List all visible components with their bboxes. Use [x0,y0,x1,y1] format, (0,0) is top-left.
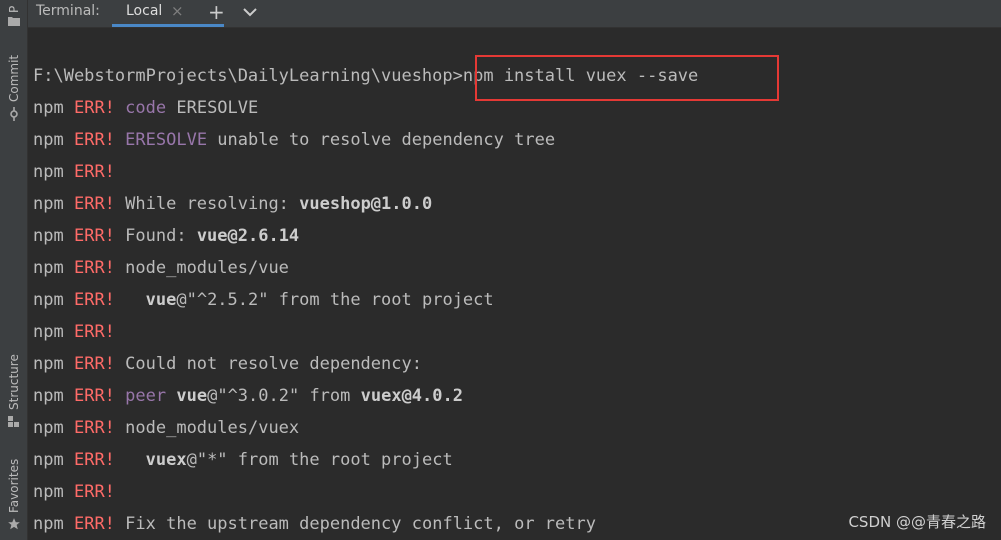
tab-local-label: Local [126,3,163,19]
terminal-title: Terminal: [36,3,100,19]
line-text [115,450,146,470]
prompt-path: F:\WebstormProjects\DailyLearning\vuesho… [33,66,463,86]
terminal-line: npm ERR! Found: vue@2.6.14 [33,220,993,252]
err-tag: ERR! [73,162,115,182]
err-tag: ERR! [73,194,115,214]
keyword: code [125,98,167,118]
terminal-tab-bar: Terminal: Local × + [28,0,1001,28]
tail-text: @"*" from the root project [186,450,453,470]
project-tool-button[interactable]: P [0,0,27,30]
line-text: While resolving: [114,194,300,214]
commit-tool-button[interactable]: Commit [0,48,27,123]
bold-text: vueshop@1.0.0 [299,194,433,214]
bold-text: vue [145,290,177,310]
keyword: peer [125,386,167,406]
structure-tool-label: Structure [7,354,21,410]
err-tag: ERR! [73,386,115,406]
err-tag: ERR! [73,322,115,342]
npm-prefix: npm [33,354,64,374]
terminal-line: npm ERR! ERESOLVE unable to resolve depe… [33,124,993,156]
err-tag: ERR! [73,258,115,278]
bold-text: vuex [145,450,187,470]
watermark: CSDN @@青春之路 [848,513,986,531]
line-text: node_modules/vuex [114,418,300,438]
npm-prefix: npm [33,98,64,118]
terminal-line: npm ERR! code ERESOLVE [33,92,993,124]
line-text [166,386,176,406]
npm-prefix: npm [33,322,64,342]
terminal-line: npm ERR! [33,316,993,348]
output-lines: npm ERR! code ERESOLVE npm ERR! ERESOLVE … [33,92,993,540]
prompt-line: F:\WebstormProjects\DailyLearning\vuesho… [33,60,993,92]
npm-prefix: npm [33,450,64,470]
structure-tool-button[interactable]: Structure [0,350,27,435]
terminal-line: npm ERR! node_modules/vue [33,252,993,284]
structure-icon [8,416,19,427]
npm-prefix: npm [33,258,64,278]
npm-prefix: npm [33,482,64,502]
terminal-line: npm ERR! peer vue@"^3.0.2" from vuex@4.0… [33,380,993,412]
err-tag: ERR! [73,418,115,438]
project-tool-label: P [7,5,21,13]
tail-text: @"^3.0.2" from [207,386,361,406]
ide-window: P Commit Structure Favorites Terminal: L… [0,0,1001,540]
favorites-tool-button[interactable]: Favorites [0,455,27,540]
terminal-line: npm ERR! vue@"^2.5.2" from the root proj… [33,284,993,316]
terminal-line: npm ERR! node_modules/vuex [33,412,993,444]
commit-icon [10,107,18,121]
folder-icon [8,17,20,26]
err-tag: ERR! [73,98,115,118]
npm-prefix: npm [33,514,64,534]
npm-prefix: npm [33,130,64,150]
line-text: Could not resolve dependency: [114,354,422,374]
err-tag: ERR! [73,226,115,246]
keyword: ERESOLVE [125,130,208,150]
err-tag: ERR! [73,450,115,470]
err-tag: ERR! [73,514,115,534]
tail-text: @"^2.5.2" from the root project [176,290,494,310]
line-text [115,290,146,310]
bold-text: vuex@4.0.2 [360,386,463,406]
terminal-line: npm ERR! While resolving: vueshop@1.0.0 [33,188,993,220]
line-text: node_modules/vue [114,258,289,278]
command-text: npm install vuex --save [462,66,699,86]
npm-prefix: npm [33,290,64,310]
bold-text: vue@2.6.14 [196,226,300,246]
npm-prefix: npm [33,162,64,182]
chevron-down-icon[interactable] [243,5,257,19]
npm-prefix: npm [33,418,64,438]
favorites-tool-label: Favorites [7,458,21,513]
npm-prefix: npm [33,226,64,246]
line-text: ERESOLVE [166,98,259,118]
err-tag: ERR! [73,354,115,374]
star-icon [8,518,20,530]
commit-tool-label: Commit [7,54,21,102]
terminal-line: npm ERR! Could not resolve dependency: [33,348,993,380]
line-text: Fix the upstream dependency conflict, or… [114,514,596,534]
line-text: unable to resolve dependency tree [207,130,556,150]
tool-window-strip: P Commit Structure Favorites [0,0,28,540]
npm-prefix: npm [33,386,64,406]
err-tag: ERR! [73,290,115,310]
line-text: Found: [114,226,197,246]
close-icon[interactable]: × [171,2,184,20]
plus-icon[interactable]: + [208,0,225,24]
err-tag: ERR! [73,130,115,150]
bold-text: vue [176,386,208,406]
terminal-line: npm ERR! vuex@"*" from the root project [33,444,993,476]
terminal-line: npm ERR! [33,476,993,508]
terminal-output[interactable]: F:\WebstormProjects\DailyLearning\vuesho… [33,60,993,540]
terminal-line: npm ERR! [33,156,993,188]
npm-prefix: npm [33,194,64,214]
err-tag: ERR! [73,482,115,502]
